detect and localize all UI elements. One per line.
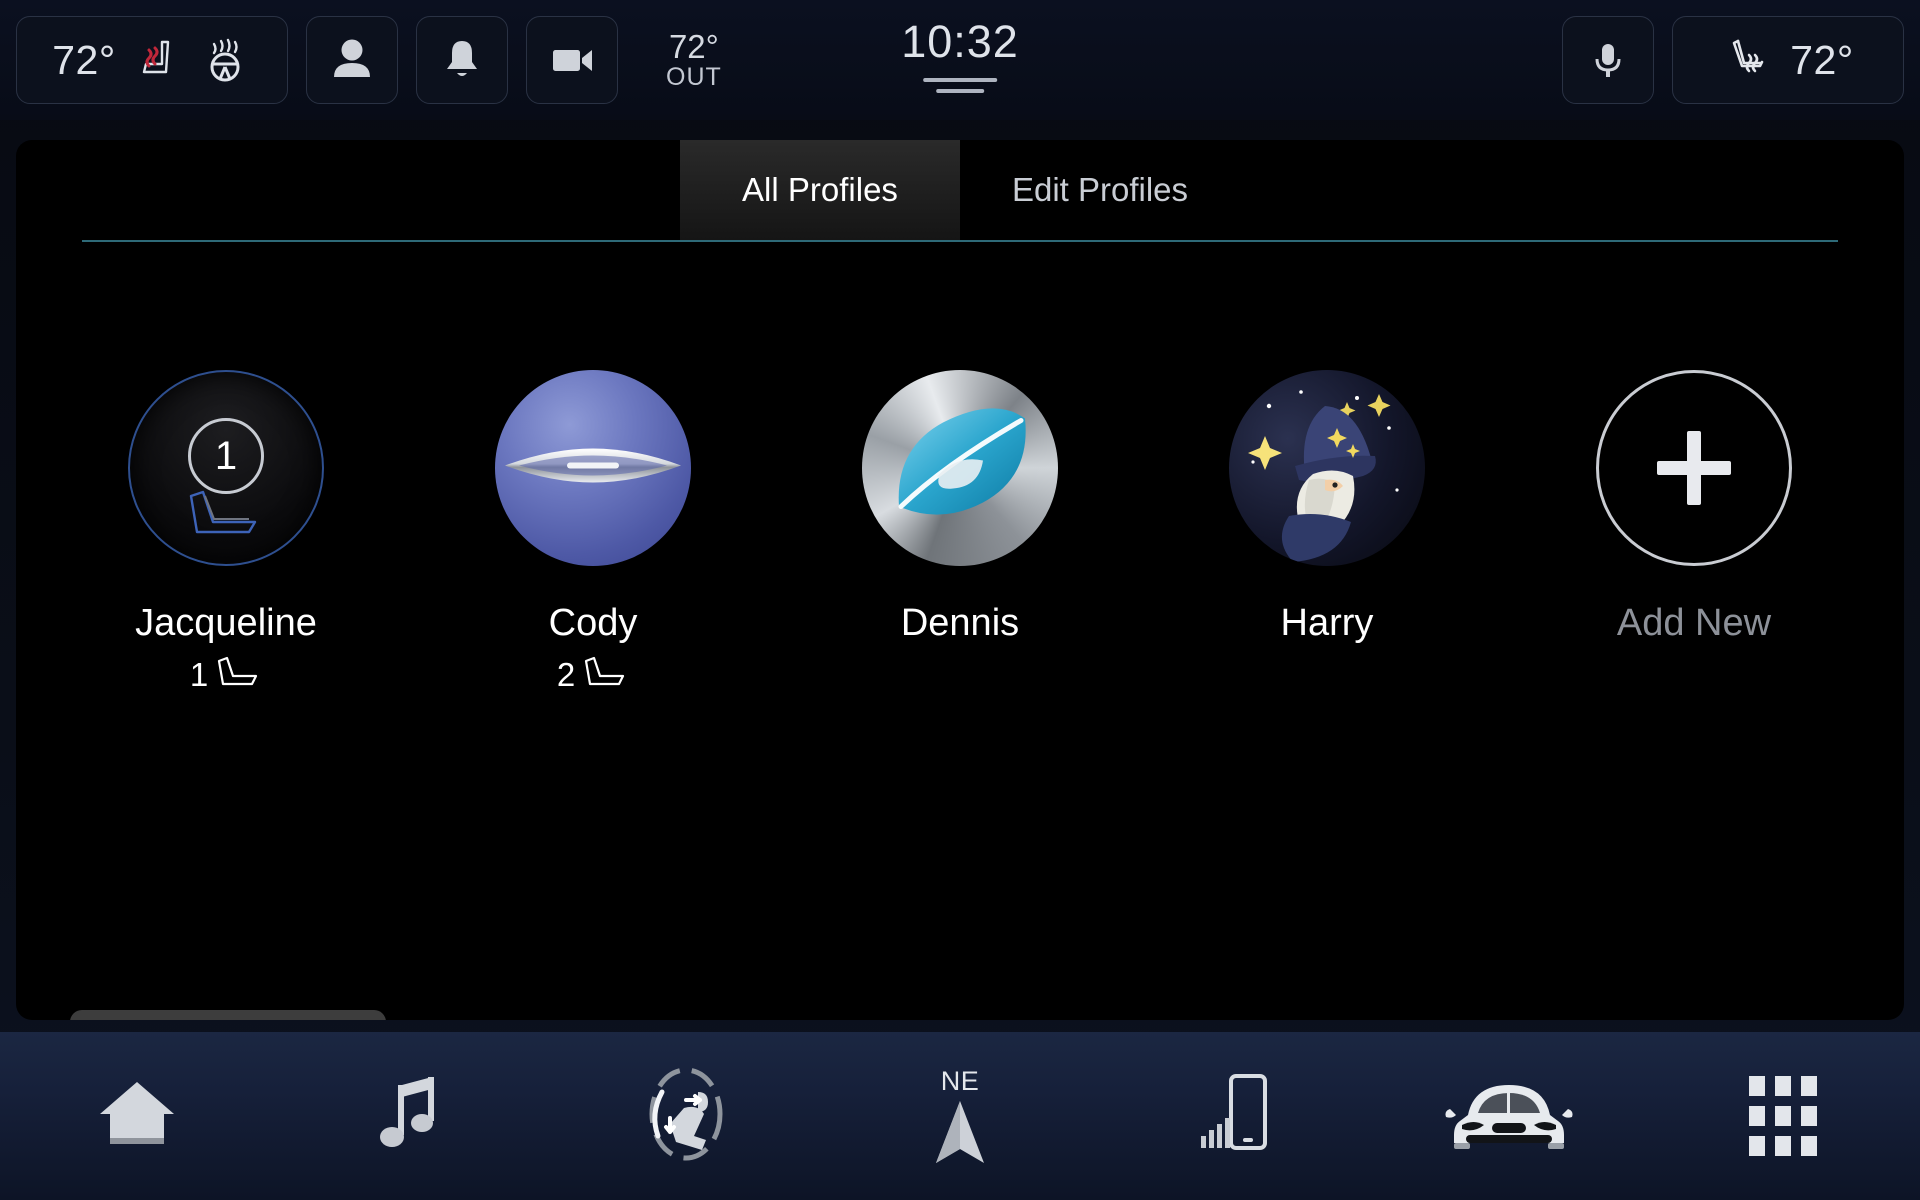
wizard-illustration bbox=[1248, 390, 1399, 562]
profile-item-add-new[interactable]: Add New bbox=[1564, 370, 1824, 694]
driver-climate-button[interactable]: 72° bbox=[16, 16, 288, 104]
seat-heater-icon[interactable] bbox=[132, 34, 184, 86]
profile-name: Jacqueline bbox=[135, 602, 317, 644]
tab-bar: All Profiles Edit Profiles bbox=[16, 140, 1904, 240]
microphone-icon bbox=[1585, 37, 1631, 83]
plus-circle-avatar[interactable] bbox=[1596, 370, 1792, 566]
drawer-handle[interactable] bbox=[901, 78, 1019, 93]
clock-value: 10:32 bbox=[901, 16, 1019, 67]
silver-leaf-avatar[interactable] bbox=[862, 370, 1058, 566]
nav-home[interactable] bbox=[0, 1032, 274, 1200]
video-camera-icon bbox=[545, 33, 599, 87]
profile-seat-number: 1 bbox=[189, 655, 209, 693]
profile-name: Cody bbox=[548, 602, 638, 644]
profile-seat-indicator: 1 bbox=[190, 655, 262, 694]
chrysler-wing-icon bbox=[501, 443, 685, 494]
compass-arrow-icon bbox=[932, 1097, 988, 1172]
profile-item-harry[interactable]: Harry bbox=[1197, 370, 1457, 694]
profile-list: 1 Jacqueline 1 Cody 2 Dennis Harry Add N… bbox=[16, 370, 1904, 694]
apps-grid-icon bbox=[1748, 1076, 1817, 1156]
status-bar-right: 72° bbox=[1562, 16, 1904, 104]
outside-temperature: 72° OUT bbox=[666, 27, 722, 92]
status-bar: 72° 72° OUT 10:32 72° bbox=[0, 0, 1920, 120]
tab-edit-profiles[interactable]: Edit Profiles bbox=[960, 140, 1240, 240]
home-icon bbox=[96, 1076, 178, 1157]
profile-name: Add New bbox=[1616, 602, 1772, 644]
nav-heading-label: NE bbox=[940, 1066, 980, 1096]
profile-name: Harry bbox=[1280, 602, 1374, 644]
outside-temp-label: OUT bbox=[666, 63, 722, 92]
driver-temp-value: 72° bbox=[52, 36, 116, 83]
passenger-climate-button[interactable]: 72° bbox=[1672, 16, 1904, 104]
tab-edit-profiles-label: Edit Profiles bbox=[1011, 171, 1189, 208]
tab-underline bbox=[82, 240, 1838, 242]
memory-seat-dial-avatar[interactable]: 1 bbox=[128, 370, 324, 566]
passenger-temp-value: 72° bbox=[1790, 36, 1854, 83]
nav-media[interactable] bbox=[274, 1032, 548, 1200]
tab-all-profiles[interactable]: All Profiles bbox=[680, 140, 960, 240]
wizard-avatar[interactable] bbox=[1229, 370, 1425, 566]
nav-phone[interactable] bbox=[1097, 1032, 1371, 1200]
infotainment-screen: 72° 72° OUT 10:32 72° All Profiles Edit … bbox=[0, 0, 1920, 1200]
nav-apps[interactable] bbox=[1646, 1032, 1920, 1200]
clock-area: 10:32 bbox=[901, 16, 1019, 93]
seat-heater-icon[interactable] bbox=[1722, 33, 1776, 87]
tab-all-profiles-label: All Profiles bbox=[742, 171, 898, 208]
profile-item-jacqueline[interactable]: 1 Jacqueline 1 bbox=[96, 370, 356, 694]
seat-icon bbox=[214, 655, 262, 694]
phone-signal-icon bbox=[1191, 1070, 1277, 1163]
profile-name: Dennis bbox=[900, 602, 1020, 644]
bottom-nav-bar: NE bbox=[0, 1032, 1920, 1200]
nav-comfort[interactable] bbox=[549, 1032, 823, 1200]
camera-button[interactable] bbox=[526, 16, 618, 104]
music-note-icon bbox=[380, 1073, 442, 1160]
car-front-icon bbox=[1444, 1073, 1574, 1160]
valet-mode-button[interactable]: Valet Mode bbox=[70, 1010, 386, 1020]
profile-item-dennis[interactable]: Dennis bbox=[830, 370, 1090, 694]
profile-seat-indicator: 2 bbox=[557, 655, 629, 694]
profile-item-cody[interactable]: Cody 2 bbox=[463, 370, 723, 694]
outside-temp-value: 72° bbox=[668, 27, 719, 65]
chrysler-wing-avatar[interactable] bbox=[495, 370, 691, 566]
seat-icon bbox=[581, 655, 629, 694]
climate-seat-icon bbox=[640, 1066, 732, 1167]
seat-outline-icon bbox=[183, 486, 269, 543]
profile-button[interactable] bbox=[306, 16, 398, 104]
nav-navigation[interactable]: NE bbox=[823, 1032, 1097, 1200]
profiles-panel: All Profiles Edit Profiles 1 Jacqueline … bbox=[16, 140, 1904, 1020]
profile-seat-number: 2 bbox=[556, 655, 576, 693]
plus-icon-vertical bbox=[1687, 431, 1701, 505]
memory-seat-number: 1 bbox=[188, 418, 264, 494]
notifications-button[interactable] bbox=[416, 16, 508, 104]
bell-icon bbox=[437, 35, 487, 85]
voice-assistant-button[interactable] bbox=[1562, 16, 1654, 104]
nav-vehicle[interactable] bbox=[1371, 1032, 1645, 1200]
leaf-e-icon bbox=[885, 407, 1035, 530]
person-icon bbox=[325, 33, 379, 87]
steering-wheel-heater-icon[interactable] bbox=[200, 34, 252, 86]
